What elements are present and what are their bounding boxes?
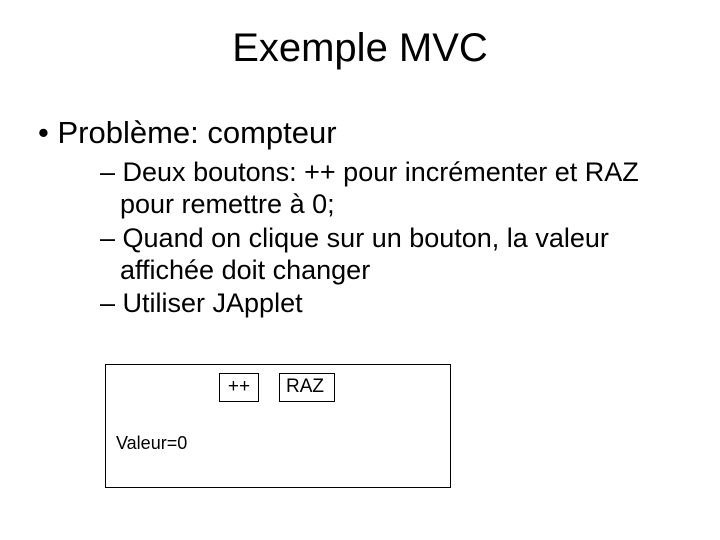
bullet-lvl1: Problème: compteur xyxy=(38,115,682,151)
value-label: Valeur=0 xyxy=(116,433,187,454)
bullet-lvl2-item: Deux boutons: ++ pour incrémenter et RAZ… xyxy=(100,157,682,221)
bullet-lvl2-item: Quand on clique sur un bouton, la valeur… xyxy=(100,223,682,287)
slide-title: Exemple MVC xyxy=(0,0,720,81)
reset-button[interactable]: RAZ xyxy=(279,373,335,402)
bullet-lvl2-group: Deux boutons: ++ pour incrémenter et RAZ… xyxy=(38,157,682,320)
slide: Exemple MVC Problème: compteur Deux bout… xyxy=(0,0,720,540)
slide-body: Problème: compteur Deux boutons: ++ pour… xyxy=(0,81,720,320)
applet-window: ++ RAZ Valeur=0 xyxy=(105,364,451,488)
increment-button[interactable]: ++ xyxy=(219,373,259,402)
bullet-lvl2-item: Utiliser JApplet xyxy=(100,288,682,320)
